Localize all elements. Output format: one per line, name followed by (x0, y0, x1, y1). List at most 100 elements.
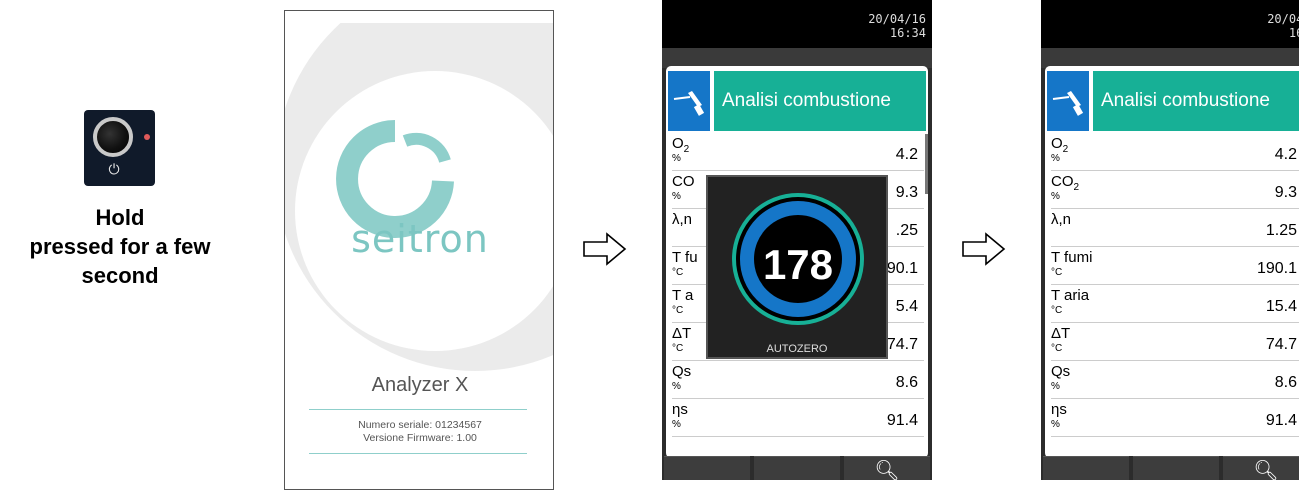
measurement-unit: % (1051, 191, 1060, 202)
measurement-value: 4.2 (895, 146, 918, 163)
probe-icon (1052, 91, 1084, 116)
arrow-right-icon (583, 232, 627, 266)
status-bar: 20/04/16 16:34 (1041, 0, 1299, 48)
measurement-row: ηs% 91.4 (672, 400, 924, 437)
measurement-row: λ,n 1.25 (1051, 210, 1299, 247)
probe-icon-tile[interactable] (668, 71, 710, 131)
splash-screen: seitron Analyzer X Numero seriale: 01234… (284, 10, 554, 490)
probe-icon-tile[interactable] (1047, 71, 1089, 131)
measurement-row: CO2% 9.3 (1051, 172, 1299, 209)
measurement-label-text: T a (672, 287, 694, 304)
measurement-row: Qs% 8.6 (1051, 362, 1299, 399)
measurement-value: 74.7 (1265, 336, 1297, 353)
panel-frame (662, 48, 932, 68)
autozero-ring: 178 (732, 193, 864, 325)
softkey-left[interactable] (664, 456, 750, 480)
measurement-label-text: Qs (672, 363, 692, 380)
status-date: 20/04/16 (1267, 12, 1299, 26)
model-name: Analyzer X (371, 374, 469, 396)
panel-frame (1041, 48, 1299, 68)
measurement-unit: °C (1051, 343, 1063, 354)
measurement-unit: % (672, 419, 681, 430)
measurement-row: ΔT °C 74.7 (1051, 324, 1299, 361)
measurement-label-text: CO (672, 173, 695, 190)
status-bar: 20/04/16 16:34 (662, 0, 932, 48)
firmware-version: Versione Firmware: 1.00 (363, 432, 477, 444)
measurement-row: O2% 4.2 (672, 134, 924, 171)
screen-title: Analisi combustione (1093, 71, 1299, 131)
measurement-unit: °C (1051, 267, 1063, 278)
measurement-subscript: 2 (683, 144, 690, 155)
autozero-countdown: 178 (762, 241, 834, 288)
measurement-label-text: T aria (1051, 287, 1090, 304)
measurement-row: ηs% 91.4 (1051, 400, 1299, 437)
measurement-label: λ,n (672, 212, 692, 234)
measurement-value: 8.6 (895, 374, 918, 391)
hold-instruction-text: Hold pressed for a few second (29, 205, 211, 288)
measurement-value: .25 (895, 222, 918, 239)
measurement-label: λ,n (1051, 212, 1071, 234)
measurement-value: 4.2 (1274, 146, 1297, 163)
measurement-value: 91.4 (1265, 412, 1297, 429)
measurement-unit: % (1051, 419, 1060, 430)
measurement-value: 91.4 (886, 412, 918, 429)
softkey-zoom[interactable]: 🔍︎ (844, 456, 930, 480)
autozero-dialog: 178 AUTOZERO (706, 175, 888, 359)
measurement-value: 15.4 (1265, 298, 1297, 315)
measurement-label-text: ΔT (1051, 325, 1071, 342)
power-button[interactable]: ⏻ (84, 110, 155, 186)
measurement-label-text: ηs (672, 401, 688, 418)
measurement-subscript: 2 (1062, 144, 1069, 155)
softkey-left[interactable] (1043, 456, 1129, 480)
measurement-unit: °C (672, 267, 684, 278)
measurement-row: Qs% 8.6 (672, 362, 924, 399)
status-time: 16:34 (1288, 26, 1299, 40)
measurement-label-text: λ,n (672, 211, 693, 228)
measurement-value: 190.1 (1256, 260, 1297, 277)
softkey-zoom[interactable]: 🔍︎ (1223, 456, 1299, 480)
measurement-unit: % (672, 381, 681, 392)
probe-icon (673, 91, 705, 116)
power-icon: ⏻ (108, 162, 120, 178)
measurement-unit: % (672, 191, 681, 202)
measurement-label-text: CO (1051, 173, 1074, 190)
brand-logo-text: seitron (351, 217, 489, 261)
measurement-label-text: O (672, 135, 684, 152)
measurement-unit: % (672, 153, 681, 164)
measurement-value: 9.3 (895, 184, 918, 201)
divider (309, 409, 527, 410)
status-date: 20/04/16 (868, 12, 926, 26)
measurement-label-text: ΔT (672, 325, 692, 342)
measurement-row: T aria °C 15.4 (1051, 286, 1299, 323)
device-screen-readings: 20/04/16 16:34 Analisi combustione O2%4.… (1041, 0, 1299, 480)
measurement-value: 8.6 (1274, 374, 1297, 391)
autozero-label: AUTOZERO (766, 343, 828, 355)
scrollbar[interactable] (925, 134, 928, 194)
measurement-label-text: T fu (672, 249, 698, 266)
divider (309, 453, 527, 454)
measurement-label-text: ηs (1051, 401, 1067, 418)
measurement-label-text: O (1051, 135, 1063, 152)
measurement-value: 1.25 (1265, 222, 1297, 239)
measurement-unit: °C (672, 305, 684, 316)
measurement-subscript: 2 (1073, 182, 1080, 193)
power-led (144, 134, 150, 140)
softkey-middle[interactable] (1133, 456, 1219, 480)
measurement-label-text: Qs (1051, 363, 1071, 380)
arrow-right-icon (962, 232, 1006, 266)
screen-title: Analisi combustione (714, 71, 926, 131)
zoom-in-icon: 🔍︎ (1253, 460, 1279, 480)
measurement-unit: °C (1051, 305, 1063, 316)
measurement-value: 9.3 (1274, 184, 1297, 201)
softkey-middle[interactable] (754, 456, 840, 480)
measurement-value: 5.4 (895, 298, 918, 315)
power-knob[interactable] (93, 117, 133, 157)
measurement-label-text: T fumi (1051, 249, 1093, 266)
measurement-unit: % (1051, 381, 1060, 392)
measurement-row: T fumi °C 190.1 (1051, 248, 1299, 285)
measurement-value: 90.1 (886, 260, 918, 277)
serial-number: Numero seriale: 01234567 (358, 419, 482, 431)
status-time: 16:34 (889, 26, 926, 40)
measurement-label-text: λ,n (1051, 211, 1072, 228)
zoom-in-icon: 🔍︎ (874, 460, 900, 480)
